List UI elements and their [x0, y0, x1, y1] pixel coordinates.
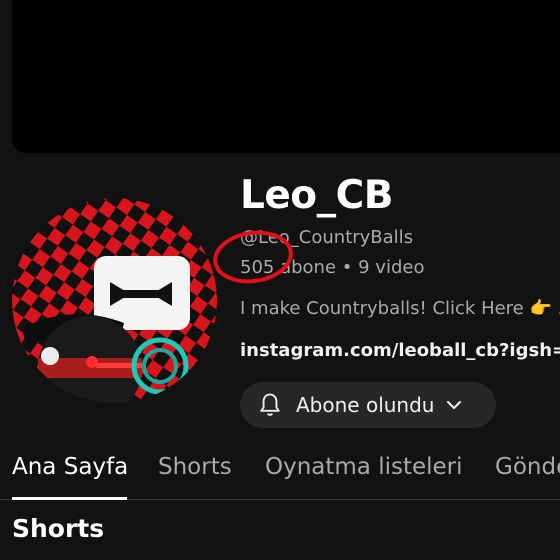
channel-description[interactable]: I make Countryballs! Click Here 👉 ...: [240, 298, 560, 319]
channel-name: Leo_CB: [240, 173, 393, 218]
stats-separator: •: [341, 257, 353, 278]
chevron-down-icon: [447, 401, 462, 409]
channel-handle: @Leo_CountryBalls: [240, 227, 414, 248]
tab-home[interactable]: Ana Sayfa: [12, 454, 128, 480]
active-tab-indicator: [12, 497, 127, 500]
video-count: 9 video: [358, 257, 425, 278]
channel-banner[interactable]: [12, 0, 560, 153]
avatar-image: [12, 198, 217, 403]
subscriber-count: 505 abone: [240, 257, 337, 278]
channel-link[interactable]: instagram.com/leoball_cb?igsh=MXZ: [240, 340, 560, 361]
channel-tabs: Ana Sayfa Shorts Oynatma listeleri Gönde…: [0, 440, 560, 500]
section-title-shorts: Shorts: [12, 514, 105, 543]
subscribed-label: Abone olundu: [296, 393, 435, 417]
tab-shorts[interactable]: Shorts: [158, 454, 232, 480]
channel-stats: 505 abone • 9 video: [240, 257, 424, 278]
tab-posts[interactable]: Gönderiler: [495, 454, 560, 480]
subscribed-button[interactable]: Abone olundu: [240, 382, 496, 428]
bell-icon: [260, 393, 280, 416]
channel-page: Leo_CB @Leo_CountryBalls 505 abone • 9 v…: [0, 0, 560, 560]
tab-playlists[interactable]: Oynatma listeleri: [265, 454, 463, 480]
channel-avatar[interactable]: [12, 198, 217, 403]
